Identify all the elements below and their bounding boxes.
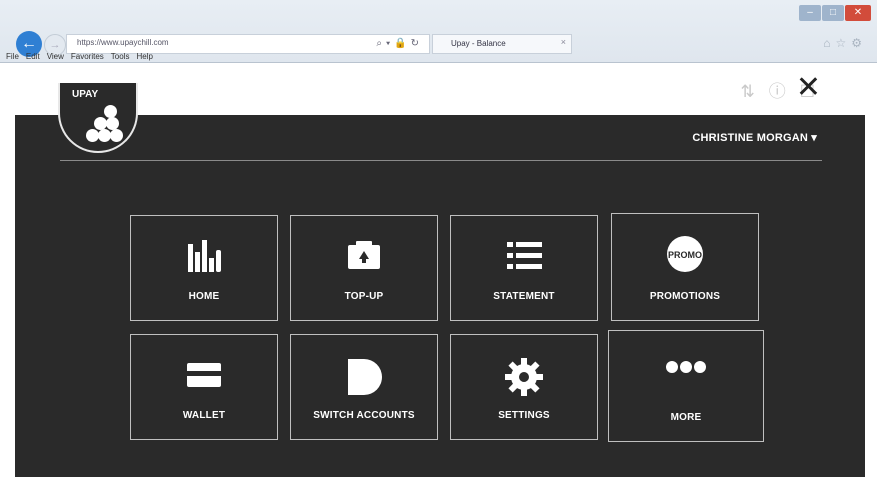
- gear-icon: [451, 357, 597, 396]
- tile-label: MORE: [670, 412, 702, 423]
- tile-switch-accounts[interactable]: SWITCH ACCOUNTS: [290, 334, 438, 440]
- menu-favorites[interactable]: Favorites: [71, 52, 104, 61]
- tile-wallet[interactable]: WALLET: [130, 334, 278, 440]
- tile-more[interactable]: MORE: [608, 330, 764, 442]
- bar-chart-icon: [131, 238, 277, 274]
- menu-view[interactable]: View: [47, 52, 64, 61]
- menu-bar: File Edit View Favorites Tools Help: [6, 52, 160, 61]
- tile-label: HOME: [188, 291, 220, 302]
- maximize-button[interactable]: □: [822, 5, 844, 21]
- promo-badge-text: PROMO: [668, 250, 702, 260]
- tile-label: PROMOTIONS: [649, 291, 721, 302]
- switch-accounts-icon: [291, 357, 437, 395]
- list-icon: [451, 238, 597, 274]
- menu-help[interactable]: Help: [136, 52, 152, 61]
- browser-tab[interactable]: Upay - Balance ×: [432, 34, 572, 54]
- tile-promotions[interactable]: PROMO PROMOTIONS: [611, 213, 759, 321]
- tile-label: WALLET: [182, 410, 226, 421]
- tab-title: Upay - Balance: [451, 39, 506, 48]
- tab-close-icon[interactable]: ×: [561, 37, 566, 47]
- promo-badge-icon: PROMO: [612, 234, 758, 272]
- address-url: https://www.upaychill.com: [77, 38, 169, 47]
- more-dots-icon: [609, 357, 763, 393]
- menu-tools[interactable]: Tools: [111, 52, 130, 61]
- top-up-icon: [291, 238, 437, 274]
- window-close-button[interactable]: ✕: [845, 5, 871, 21]
- tile-top-up[interactable]: TOP-UP: [290, 215, 438, 321]
- minimize-button[interactable]: –: [799, 5, 821, 21]
- tile-label: TOP-UP: [344, 291, 384, 302]
- tile-label: STATEMENT: [493, 291, 555, 302]
- app-close-button[interactable]: ✕: [796, 70, 821, 105]
- tile-home[interactable]: HOME: [130, 215, 278, 321]
- header-divider: [60, 160, 822, 161]
- window-controls: – □ ✕: [798, 2, 871, 21]
- browser-chrome: – □ ✕ ← → https://www.upaychill.com ⌕▾🔒↻ U…: [0, 0, 877, 63]
- tile-label: SWITCH ACCOUNTS: [313, 410, 415, 421]
- logo-mark-icon: [86, 105, 126, 145]
- logo-text: UPAY: [72, 89, 99, 100]
- app-header: ⇅ⓘ☐ ✕: [15, 63, 865, 115]
- tile-label: SETTINGS: [498, 410, 550, 421]
- browser-tool-icons[interactable]: ⌂☆⚙: [823, 36, 867, 50]
- menu-edit[interactable]: Edit: [26, 52, 40, 61]
- menu-file[interactable]: File: [6, 52, 19, 61]
- user-menu[interactable]: CHRISTINE MORGAN ▾: [692, 131, 817, 144]
- tile-settings[interactable]: SETTINGS: [450, 334, 598, 440]
- tile-statement[interactable]: STATEMENT: [450, 215, 598, 321]
- address-bar[interactable]: https://www.upaychill.com ⌕▾🔒↻: [66, 34, 430, 54]
- app-body: CHRISTINE MORGAN ▾ HOME TOP-UP STATEMENT…: [15, 115, 865, 477]
- switch-icon[interactable]: ⇅: [741, 82, 769, 101]
- card-icon: [131, 357, 277, 393]
- search-icon[interactable]: ⌕▾🔒↻: [376, 38, 423, 49]
